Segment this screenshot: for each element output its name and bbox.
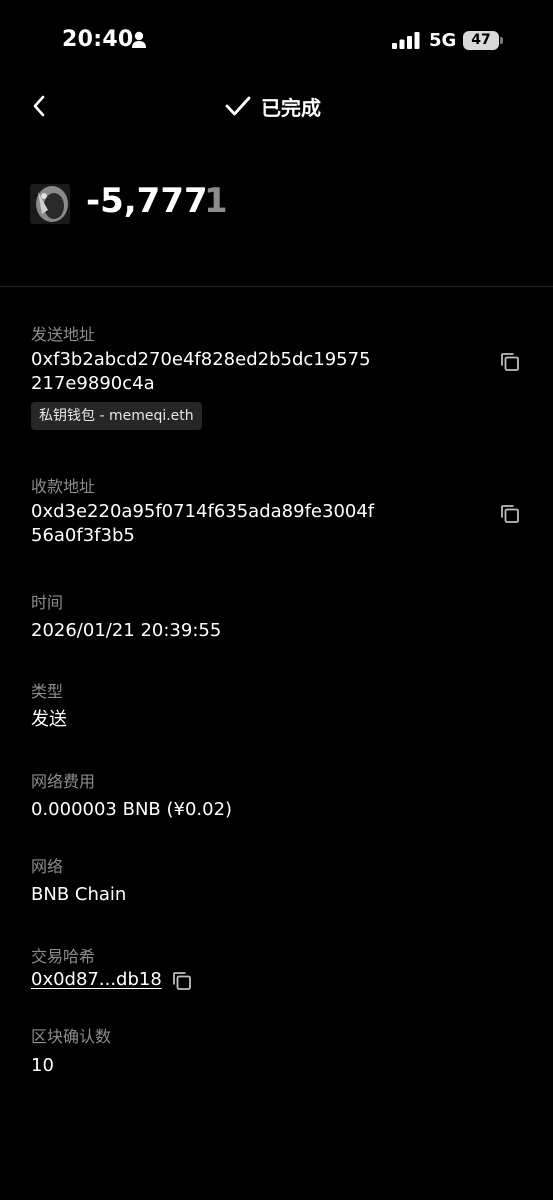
time-value: 2026/01/21 20:39:55 <box>31 620 222 641</box>
from-address-line1: 0xf3b2abcd270e4f828ed2b5dc19575 <box>31 349 371 370</box>
from-address-label: 发送地址 <box>31 325 96 344</box>
amount-value: -5,777 <box>86 181 208 221</box>
status-bar: 20:40 5G 47 <box>0 0 553 80</box>
fee-label: 网络费用 <box>31 772 96 791</box>
network-label: 网络 <box>31 857 64 876</box>
person-icon <box>132 31 146 48</box>
tx-hash-link[interactable]: 0x0d87...db18 <box>31 968 162 992</box>
status-time: 20:40 <box>62 27 134 52</box>
to-address-line1: 0xd3e220a95f0714f635ada89fe3004f <box>31 501 375 522</box>
page-title: 已完成 <box>261 95 321 120</box>
amount-suffix: 1 <box>204 181 228 221</box>
wallet-tag: 私钥钱包 - memeqi.eth <box>31 402 202 430</box>
tx-hash-label: 交易哈希 <box>31 947 96 966</box>
time-label: 时间 <box>31 593 64 612</box>
copy-from-address-icon[interactable] <box>499 351 521 373</box>
network-value: BNB Chain <box>31 884 127 905</box>
network-type: 5G <box>429 30 457 51</box>
signal-icon <box>392 32 420 49</box>
token-avatar <box>30 184 70 224</box>
to-address-label: 收款地址 <box>31 477 96 496</box>
check-icon <box>225 96 251 116</box>
from-address-line2: 217e9890c4a <box>31 373 155 394</box>
confirmations-value: 10 <box>31 1055 54 1076</box>
copy-to-address-icon[interactable] <box>499 503 521 525</box>
battery-tip <box>500 37 503 44</box>
confirmations-label: 区块确认数 <box>31 1027 112 1046</box>
fee-value: 0.000003 BNB (¥0.02) <box>31 799 233 820</box>
battery-indicator: 47 <box>463 31 499 50</box>
header-status: 已完成 <box>225 90 321 122</box>
divider <box>0 286 553 287</box>
type-value: 发送 <box>31 709 67 730</box>
to-address-line2: 56a0f3f3b5 <box>31 525 135 546</box>
type-label: 类型 <box>31 682 64 701</box>
copy-tx-hash-icon[interactable] <box>171 970 193 992</box>
back-button[interactable] <box>28 92 52 120</box>
